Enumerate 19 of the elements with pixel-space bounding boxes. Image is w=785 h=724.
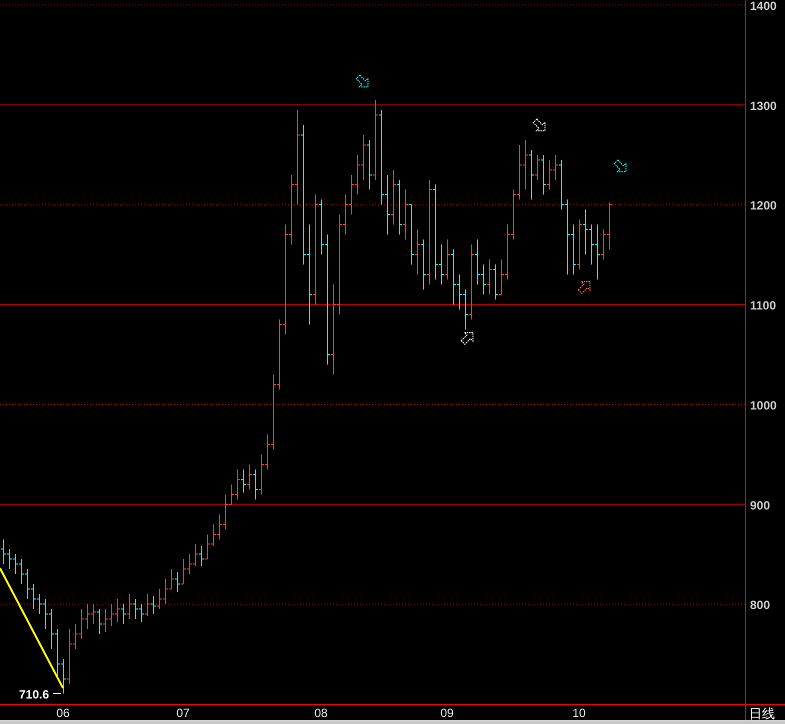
- price-axis-label: 1400: [750, 0, 777, 13]
- price-axis-label: 1100: [750, 298, 776, 313]
- price-axis-label: 800: [750, 598, 770, 612]
- up-arrow-icon: [578, 281, 590, 294]
- down-arrow-icon: [614, 159, 626, 172]
- down-arrow-icon: [532, 118, 546, 132]
- down-arrow-icon: [356, 74, 368, 88]
- price-axis-label: 1200: [750, 198, 777, 213]
- time-axis-label: 10: [572, 706, 586, 720]
- time-axis-label: 09: [440, 706, 454, 720]
- time-axis-label: 08: [314, 706, 328, 720]
- time-axis-label: 06: [56, 706, 70, 720]
- price-axis-label: 1300: [750, 98, 777, 113]
- low-price-label: 710.6: [19, 687, 50, 702]
- price-axis-label: 900: [750, 498, 770, 512]
- up-arrow-icon: [460, 332, 474, 345]
- price-axis-label: 1000: [750, 398, 777, 412]
- time-axis-label: 07: [176, 706, 190, 720]
- period-label: 日线: [749, 707, 775, 720]
